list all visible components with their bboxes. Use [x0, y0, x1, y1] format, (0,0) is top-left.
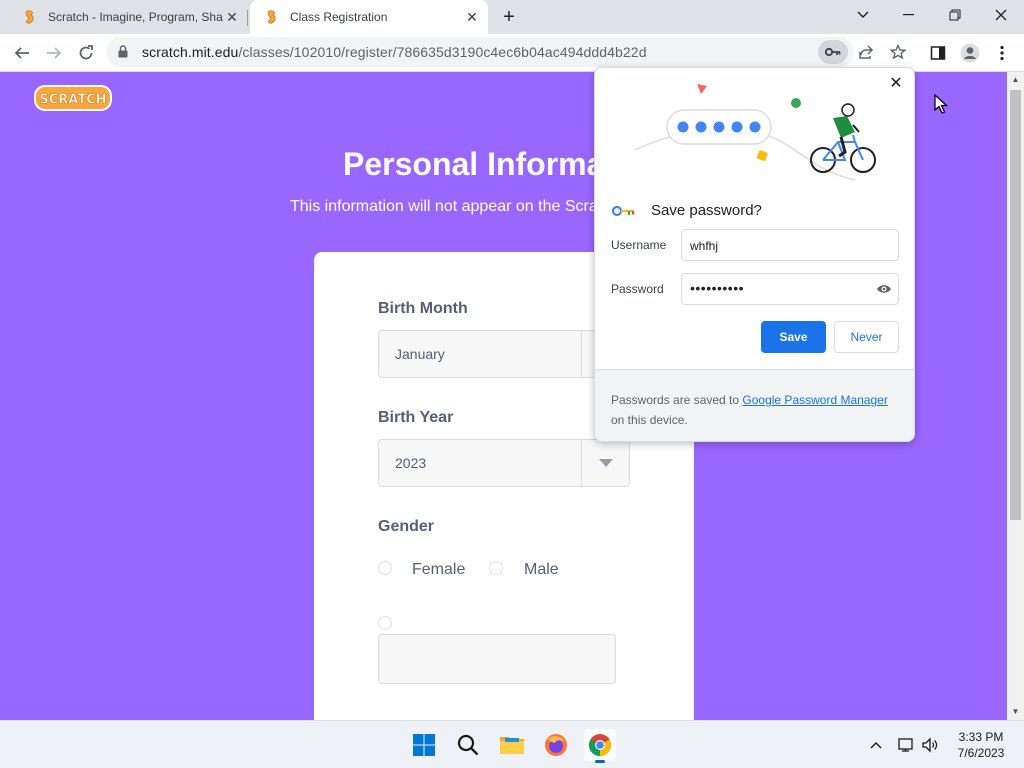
windows-taskbar: 3:33 PM 7/6/2023 [0, 720, 1024, 768]
password-key-button[interactable] [818, 40, 848, 64]
restore-icon[interactable] [932, 0, 978, 30]
tab-class-registration[interactable]: Class Registration ✕ [250, 0, 488, 34]
lock-icon[interactable] [118, 45, 128, 63]
key-icon [825, 47, 841, 57]
back-arrow-icon [14, 47, 29, 59]
password-manager-link[interactable]: Google Password Manager [742, 393, 887, 407]
tab-search-chevron-icon[interactable] [840, 0, 886, 30]
network-icon[interactable] [896, 735, 916, 755]
gender-option-female[interactable]: Female [412, 561, 465, 579]
gender-radio-other[interactable] [378, 616, 392, 630]
forward-arrow-icon [47, 47, 62, 59]
folder-icon [500, 737, 524, 754]
windows-logo-icon [413, 734, 435, 756]
tab-close-icon[interactable]: ✕ [464, 9, 480, 25]
page-scrollbar[interactable]: ▲ ▼ [1007, 72, 1024, 720]
file-explorer-button[interactable] [496, 729, 528, 761]
tray-overflow-chevron-icon[interactable] [866, 735, 886, 755]
url-host: scratch.mit.edu [142, 44, 239, 60]
footer-text-after: on this device. [611, 413, 688, 427]
key-icon [611, 204, 636, 222]
chrome-button[interactable] [584, 729, 616, 763]
gender-radio-male[interactable] [489, 561, 503, 575]
share-icon[interactable] [854, 40, 878, 64]
eye-icon[interactable] [876, 281, 892, 300]
gender-option-male[interactable]: Male [524, 561, 559, 579]
scrollbar-thumb[interactable] [1010, 90, 1021, 520]
back-button[interactable] [8, 39, 36, 67]
active-indicator [595, 760, 605, 763]
password-label: Password [611, 282, 664, 296]
birth-year-label: Birth Year [378, 409, 454, 426]
birth-year-value: 2023 [395, 455, 427, 471]
birth-month-select[interactable]: January [378, 330, 630, 378]
profile-avatar[interactable] [956, 39, 984, 67]
password-illustration [635, 84, 876, 181]
gender-radio-female[interactable] [378, 561, 392, 575]
username-value: whfhj [690, 239, 719, 253]
password-field[interactable]: •••••••••• [681, 273, 899, 305]
start-button[interactable] [408, 729, 440, 761]
username-label: Username [611, 238, 667, 252]
birth-year-select[interactable]: 2023 [378, 439, 630, 487]
save-button[interactable]: Save [761, 321, 826, 353]
tab-scratch-home[interactable]: Scratch - Imagine, Program, Share ✕ [8, 0, 248, 34]
window-close-icon[interactable] [978, 0, 1024, 30]
dialog-close-icon[interactable]: ✕ [886, 74, 906, 94]
tab-strip: Scratch - Imagine, Program, Share ✕ Clas… [0, 0, 1024, 34]
firefox-button[interactable] [540, 729, 572, 761]
dropdown-arrow-icon[interactable] [581, 440, 629, 486]
side-panel-icon[interactable] [924, 39, 952, 67]
url-text: scratch.mit.edu/classes/102010/register/… [142, 44, 647, 60]
search-icon [457, 734, 479, 756]
forward-button[interactable] [40, 39, 68, 67]
url-path: /classes/102010/register/786635d3190c4ec… [238, 44, 647, 60]
search-button[interactable] [452, 729, 484, 761]
dialog-footer: Passwords are saved to Google Password M… [595, 369, 914, 441]
never-button[interactable]: Never [834, 321, 899, 353]
scroll-down-icon[interactable]: ▼ [1007, 704, 1024, 720]
reload-button[interactable] [72, 39, 100, 67]
clock-time: 3:33 PM [958, 730, 1004, 744]
mouse-cursor-icon [934, 93, 949, 119]
menu-kebab-icon[interactable] [988, 39, 1016, 67]
tab-close-icon[interactable]: ✕ [224, 9, 240, 25]
volume-icon[interactable] [920, 735, 940, 755]
scratch-favicon-icon [264, 9, 280, 25]
gender-label: Gender [378, 518, 435, 535]
logo-text: SCRATCH [39, 93, 106, 108]
birth-month-label: Birth Month [378, 300, 468, 317]
reload-icon [79, 45, 93, 60]
birth-month-value: January [395, 346, 445, 362]
password-value: •••••••••• [690, 280, 745, 296]
profile-icon [960, 43, 980, 63]
footer-text-before: Passwords are saved to [611, 393, 743, 407]
tab-title: Class Registration [290, 10, 388, 24]
system-clock[interactable]: 3:33 PM 7/6/2023 [948, 729, 1014, 761]
bookmark-star-icon[interactable] [886, 40, 910, 64]
scratch-logo[interactable]: SCRATCH [34, 85, 112, 111]
firefox-icon [545, 734, 567, 756]
minimize-icon[interactable] [886, 0, 932, 30]
clock-date: 7/6/2023 [957, 746, 1005, 760]
scratch-favicon-icon [22, 9, 38, 25]
save-password-dialog: ✕ Save password? Username whfhj Password [594, 67, 915, 442]
chrome-icon [589, 734, 611, 756]
footer-text: Passwords are saved to Google Password M… [611, 390, 903, 430]
dialog-title: Save password? [651, 202, 762, 219]
address-bar[interactable]: scratch.mit.edu/classes/102010/register/… [106, 37, 906, 67]
tab-title: Scratch - Imagine, Program, Share [48, 10, 223, 24]
scroll-up-icon[interactable]: ▲ [1007, 72, 1024, 88]
new-tab-button[interactable]: + [498, 6, 520, 28]
username-field[interactable]: whfhj [681, 229, 899, 261]
gender-other-input[interactable] [378, 634, 616, 684]
